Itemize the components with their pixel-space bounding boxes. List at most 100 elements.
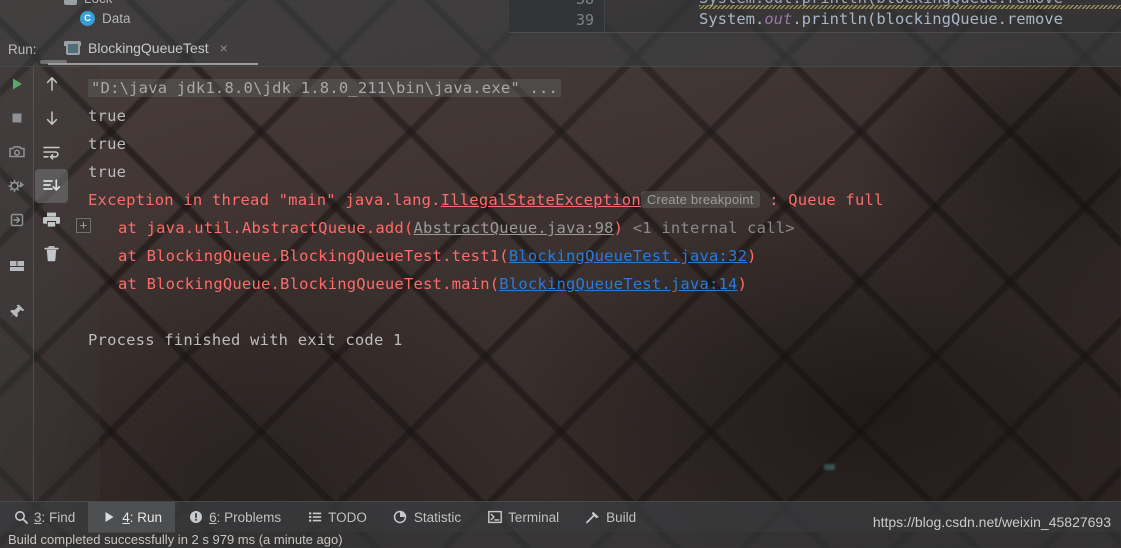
clear-all-button[interactable] xyxy=(35,237,68,271)
console-output-line: true xyxy=(88,163,127,181)
up-button[interactable] xyxy=(35,67,68,101)
editor-gutter: 38 39 xyxy=(509,0,605,33)
stack-link[interactable]: AbstractQueue.java:98 xyxy=(414,219,614,237)
bottom-tab-label: Build xyxy=(606,509,637,525)
export-button[interactable] xyxy=(0,203,33,237)
stop-button[interactable] xyxy=(0,101,33,135)
class-icon: C xyxy=(80,11,95,26)
stack-link[interactable]: BlockingQueueTest.java:14 xyxy=(499,275,737,293)
bottom-tab-problems[interactable]: 6: Problems xyxy=(175,502,294,533)
list-icon xyxy=(307,510,322,525)
bottom-tab-number: 3 xyxy=(34,509,42,525)
screenshot-button[interactable] xyxy=(0,135,33,169)
exception-separator: : xyxy=(759,191,789,209)
console-exception-line: Exception in thread "main" java.lang.Ill… xyxy=(88,191,884,209)
down-button[interactable] xyxy=(35,101,68,135)
stop-icon xyxy=(12,113,21,123)
scroll-to-end-icon xyxy=(43,179,61,191)
bottom-tab-label: : Run xyxy=(129,509,163,525)
console-output-line: true xyxy=(88,107,127,125)
stack-prefix: at java.util.AbstractQueue.add( xyxy=(118,219,414,237)
tree-item-lock[interactable]: Lock xyxy=(64,0,113,6)
arrow-up-icon xyxy=(46,77,57,91)
bottom-tab-label: : Problems xyxy=(216,509,282,525)
stack-suffix: ) xyxy=(613,219,624,237)
expand-stacktrace-icon[interactable]: + xyxy=(76,218,91,233)
exception-head: Exception in thread "main" java.lang. xyxy=(88,191,441,209)
run-tab-active-underline xyxy=(48,63,258,65)
exception-message: Queue full xyxy=(788,191,884,209)
search-icon xyxy=(13,510,28,525)
run-label: Run: xyxy=(8,42,37,57)
scrollbar-thumb[interactable] xyxy=(40,60,67,64)
terminal-icon xyxy=(487,510,502,525)
code-token-suffix: .println(blockingQueue.remove xyxy=(792,10,1063,28)
rerun-button[interactable] xyxy=(0,67,33,101)
scroll-to-end-button[interactable] xyxy=(35,169,68,203)
console-gutter xyxy=(70,67,100,501)
warning-icon xyxy=(188,510,203,525)
status-bar: Build completed successfully in 2 s 979 … xyxy=(0,532,1121,548)
bottom-tab-run[interactable]: 4: Run xyxy=(88,501,176,533)
export-arrow-icon xyxy=(10,213,23,227)
ide-window: Lock C Data 38 39 System.out.println(blo… xyxy=(0,0,1121,548)
code-token-prefix: System. xyxy=(699,10,765,28)
hammer-icon xyxy=(585,510,600,525)
stack-trailer: <1 internal call> xyxy=(623,219,795,237)
soft-wrap-button[interactable] xyxy=(35,135,68,169)
layout-button[interactable] xyxy=(0,249,33,283)
bug-gear-icon xyxy=(7,179,24,193)
bottom-tab-number: 6 xyxy=(209,509,217,525)
stacktrace-line: at java.util.AbstractQueue.add(AbstractQ… xyxy=(118,219,795,237)
line-number: 38 xyxy=(576,0,594,8)
bottom-tab-label: Statistic xyxy=(413,509,462,525)
run-configuration-icon xyxy=(64,40,81,55)
arrow-down-icon xyxy=(46,111,57,125)
tree-item-label: Data xyxy=(102,11,131,26)
stack-suffix: ) xyxy=(747,247,757,265)
stack-link[interactable]: BlockingQueueTest.java:32 xyxy=(509,247,747,265)
console-output-line: true xyxy=(88,135,127,153)
blog-watermark: https://blog.csdn.net/weixin_45827693 xyxy=(872,514,1111,530)
run-console-output[interactable]: + "D:\java jdk1.8.0\jdk 1.8.0_211\bin\ja… xyxy=(70,67,1121,501)
exception-type-link[interactable]: IllegalStateException xyxy=(441,191,641,209)
pin-button[interactable] xyxy=(0,295,33,329)
bottom-tab-label: Terminal xyxy=(508,509,560,525)
bottom-tab-find[interactable]: 3: Find xyxy=(0,502,88,533)
stack-prefix: at BlockingQueue.BlockingQueueTest.test1… xyxy=(118,247,509,265)
console-actions-toolbar xyxy=(33,67,70,501)
soft-wrap-icon xyxy=(43,146,60,160)
run-actions-toolbar xyxy=(0,67,33,501)
console-command-line: "D:\java jdk1.8.0\jdk 1.8.0_211\bin\java… xyxy=(88,79,562,97)
console-exit-line: Process finished with exit code 1 xyxy=(88,331,403,349)
code-token-field: out xyxy=(764,10,793,28)
bottom-tab-label: : Find xyxy=(41,509,76,525)
run-tab-label: BlockingQueueTest xyxy=(88,40,209,56)
status-bar-message: Build completed successfully in 2 s 979 … xyxy=(8,532,343,547)
tree-item-label: Lock xyxy=(84,0,113,6)
play-icon xyxy=(101,510,116,525)
close-icon[interactable]: × xyxy=(220,41,228,55)
code-editor-panel[interactable]: 38 39 System.out.println(blockingQueue.r… xyxy=(509,0,1121,33)
camera-icon xyxy=(8,146,25,158)
editor-code-line-39: System.out.println(blockingQueue.remove xyxy=(699,10,1063,28)
trash-icon xyxy=(44,246,59,262)
bottom-tab-label: TODO xyxy=(328,509,367,525)
bottom-tab-terminal[interactable]: Terminal xyxy=(474,502,572,533)
bottom-tab-todo[interactable]: TODO xyxy=(294,502,380,533)
run-toolwindow-header: Run: BlockingQueueTest × xyxy=(0,33,1121,67)
play-icon xyxy=(12,78,22,90)
pin-icon xyxy=(9,304,24,318)
tab-blockingqueuetest[interactable]: BlockingQueueTest × xyxy=(60,38,234,60)
bottom-tab-statistic[interactable]: Statistic xyxy=(380,502,474,533)
printer-icon xyxy=(43,212,60,227)
settings-bug-button[interactable] xyxy=(0,169,33,203)
print-button[interactable] xyxy=(35,203,68,237)
pie-icon xyxy=(393,510,408,525)
line-number: 39 xyxy=(575,11,594,29)
bottom-tab-build[interactable]: Build xyxy=(572,502,649,533)
tree-item-data[interactable]: C Data xyxy=(80,11,131,26)
project-tree-panel: Lock C Data xyxy=(0,0,509,33)
create-breakpoint-chip[interactable]: Create breakpoint xyxy=(640,191,760,208)
stack-prefix: at BlockingQueue.BlockingQueueTest.main( xyxy=(118,275,500,293)
